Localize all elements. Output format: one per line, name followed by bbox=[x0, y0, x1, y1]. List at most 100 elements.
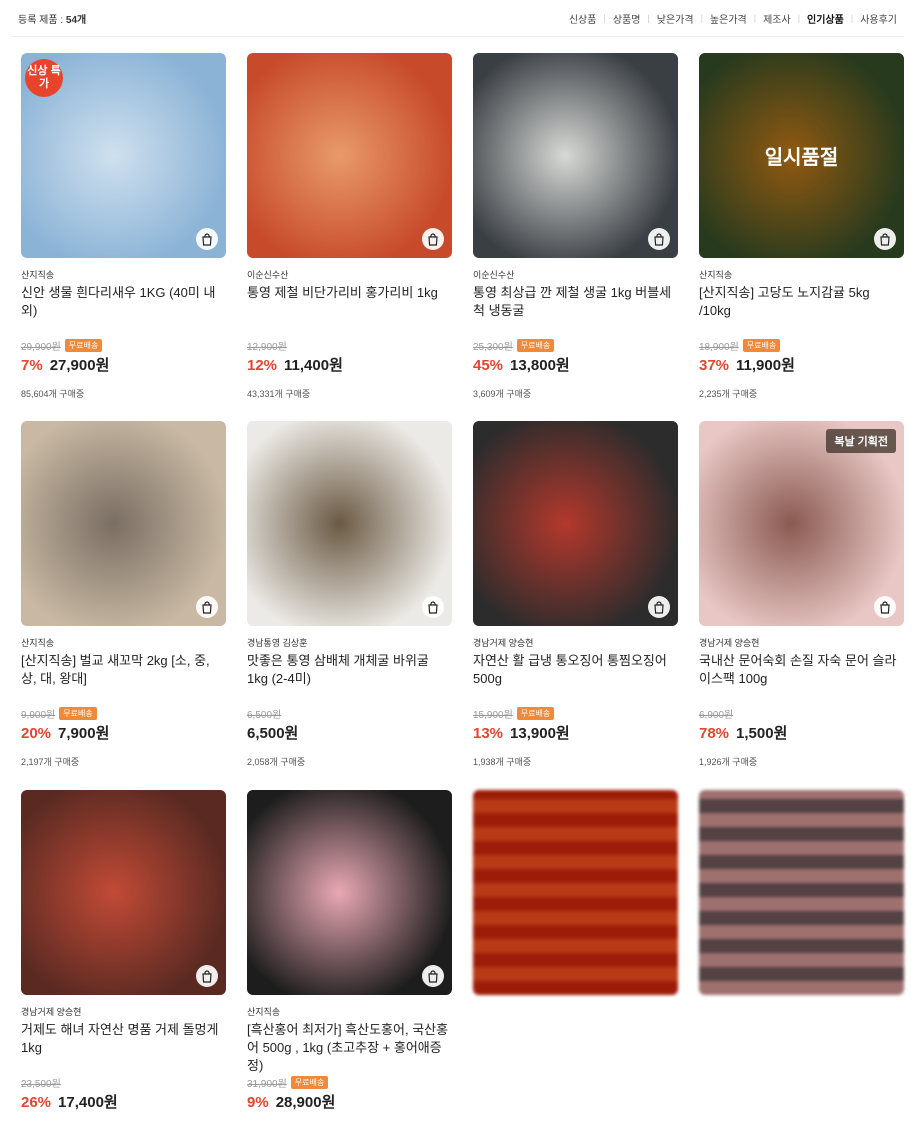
promo-badge: 신상 특가 bbox=[25, 59, 63, 97]
seller-name: 경남통영 김상훈 bbox=[247, 638, 308, 648]
shopping-bag-icon[interactable] bbox=[422, 965, 444, 987]
shopping-bag-icon[interactable] bbox=[196, 228, 218, 250]
free-shipping-badge: 무료배송 bbox=[64, 338, 103, 352]
product-card[interactable]: 경남통영 김상훈맛좋은 통영 삼배체 개체굴 바위굴 1kg (2-4미) 6,5… bbox=[247, 421, 452, 768]
product-card[interactable]: 복날 기획전경남거제 양승현국내산 문어숙회 손질 자숙 문어 슬라이스팩 10… bbox=[699, 421, 904, 768]
sale-price: 17,400원 bbox=[58, 1094, 118, 1111]
product-name[interactable]: [흑산홍어 최저가] 흑산도홍어, 국산홍어 500g , 1kg (초고추장 … bbox=[247, 1021, 452, 1075]
free-shipping-badge: 무료배송 bbox=[516, 338, 555, 352]
price-row: 9% 28,900원 bbox=[247, 1091, 452, 1112]
original-price: 9,900원 bbox=[21, 709, 56, 721]
purchase-count: 2,235개 구매중 bbox=[699, 389, 758, 399]
shopping-bag-icon[interactable] bbox=[648, 228, 670, 250]
discount-rate: 45% bbox=[473, 357, 504, 374]
sale-price: 27,900원 bbox=[49, 357, 110, 374]
original-price: 6,900원 bbox=[699, 709, 734, 721]
shopping-bag-icon[interactable] bbox=[422, 228, 444, 250]
product-card[interactable]: 일시품절 산지직송 [산지직송] 고당도 노지감귤 5kg /10kg 18,900원… bbox=[699, 53, 904, 400]
product-card[interactable]: 이순신수산 통영 최상급 깐 제철 생굴 1kg 버블세척 냉동굴 25,300원 무… bbox=[473, 53, 678, 400]
discount-rate: 37% bbox=[699, 357, 730, 374]
product-name[interactable]: 자연산 활 급냉 통오징어 통찜오징어 500g bbox=[473, 652, 678, 706]
product-card[interactable]: 이순신수산통영 제철 비단가리비 홍가리비 1kg 12,900원 12% 11,40… bbox=[247, 53, 452, 400]
shopping-bag-icon[interactable] bbox=[196, 965, 218, 987]
product-image[interactable] bbox=[473, 53, 678, 258]
price-row: 37% 11,900원 bbox=[699, 354, 904, 375]
product-name[interactable]: 통영 제철 비단가리비 홍가리비 1kg bbox=[247, 284, 452, 338]
product-image[interactable] bbox=[699, 790, 904, 995]
product-image[interactable] bbox=[247, 53, 452, 258]
product-count: 등록 제품 : 54개 bbox=[12, 11, 86, 26]
seller-name bbox=[473, 1005, 678, 1017]
product-image[interactable] bbox=[473, 790, 678, 995]
product-image[interactable] bbox=[21, 790, 226, 995]
product-image[interactable] bbox=[247, 790, 452, 995]
purchase-count: 2,197개 구매중 bbox=[21, 757, 80, 767]
purchase-count: 85,604개 구매중 bbox=[21, 389, 85, 399]
sale-price: 6,500원 bbox=[247, 725, 299, 742]
shopping-bag-icon[interactable] bbox=[196, 596, 218, 618]
product-name[interactable]: 맛좋은 통영 삼배체 개체굴 바위굴 1kg (2-4미) bbox=[247, 652, 452, 706]
sale-price: 7,900원 bbox=[58, 725, 110, 742]
product-card[interactable]: 경남거제 양승현 자연산 활 급냉 통오징어 통찜오징어 500g 15,900원 무… bbox=[473, 421, 678, 768]
original-price: 6,500원 bbox=[247, 709, 282, 721]
discount-rate: 78% bbox=[699, 725, 730, 742]
product-image[interactable] bbox=[473, 421, 678, 626]
original-price-row: 9,900원 무료배송 bbox=[21, 706, 226, 721]
original-price: 12,900원 bbox=[247, 341, 287, 353]
shopping-bag-icon[interactable] bbox=[422, 596, 444, 618]
product-name[interactable]: 국내산 문어숙회 손질 자숙 문어 슬라이스팩 100g bbox=[699, 652, 904, 706]
sale-price: 11,400원 bbox=[284, 357, 343, 374]
list-toolbar: 등록 제품 : 54개 신상품 | 상품명 | 낮은가격 | 높은가격 | 제조사 | 인기상품 | 사… bbox=[12, 0, 904, 37]
product-image[interactable]: 신상 특가 bbox=[21, 53, 226, 258]
product-name[interactable] bbox=[473, 1021, 678, 1075]
product-image[interactable] bbox=[247, 421, 452, 626]
seller-name: 이순신수산 bbox=[247, 270, 289, 280]
sort-option[interactable]: 인기상품 bbox=[800, 11, 851, 26]
sort-option[interactable]: 제조사 bbox=[756, 11, 798, 26]
product-card[interactable]: 신상 특가산지직송신안 생물 흰다리새우 1KG (40미 내외) 29,900원… bbox=[21, 53, 226, 400]
product-card[interactable]: 산지직송 [흑산홍어 최저가] 흑산도홍어, 국산홍어 500g , 1kg (초… bbox=[247, 790, 452, 1124]
product-name[interactable]: [산지직송] 고당도 노지감귤 5kg /10kg bbox=[699, 284, 904, 338]
seller-name: 산지직송 bbox=[21, 270, 55, 280]
shopping-bag-icon[interactable] bbox=[648, 596, 670, 618]
original-price-row bbox=[699, 1075, 904, 1089]
price-row: 7% 27,900원 bbox=[21, 354, 226, 375]
original-price-row: 12,900원 bbox=[247, 338, 452, 353]
price-row: 26% 17,400원 bbox=[21, 1091, 226, 1112]
sort-option[interactable]: 낮은가격 bbox=[650, 11, 701, 26]
product-card[interactable] bbox=[473, 790, 678, 1103]
shopping-bag-icon[interactable] bbox=[874, 596, 896, 618]
sort-option[interactable]: 사용후기 bbox=[853, 11, 904, 26]
product-card[interactable]: 산지직송 [산지직송] 벌교 새꼬막 2kg [소, 중, 상, 대, 왕대] 9,… bbox=[21, 421, 226, 768]
discount-rate: 26% bbox=[21, 1094, 52, 1111]
discount-rate: 12% bbox=[247, 357, 278, 374]
product-image[interactable]: 복날 기획전 bbox=[699, 421, 904, 626]
product-name[interactable]: 신안 생물 흰다리새우 1KG (40미 내외) bbox=[21, 284, 226, 338]
seller-name: 산지직송 bbox=[21, 638, 55, 648]
product-name[interactable]: 통영 최상급 깐 제철 생굴 1kg 버블세척 냉동굴 bbox=[473, 284, 678, 338]
price-row: 6,500원 bbox=[247, 722, 452, 743]
product-name[interactable]: [산지직송] 벌교 새꼬막 2kg [소, 중, 상, 대, 왕대] bbox=[21, 652, 226, 706]
original-price: 23,500원 bbox=[21, 1078, 61, 1090]
sort-option[interactable]: 신상품 bbox=[562, 11, 604, 26]
original-price: 31,900원 bbox=[247, 1078, 287, 1090]
product-name[interactable]: 거제도 해녀 자연산 명품 거제 돌멍게 1kg bbox=[21, 1021, 226, 1075]
original-price: 29,900원 bbox=[21, 341, 61, 353]
sale-price: 13,900원 bbox=[510, 725, 570, 742]
seller-name: 경남거제 양승현 bbox=[473, 638, 534, 648]
seller-name: 경남거제 양승현 bbox=[699, 638, 760, 648]
product-image[interactable] bbox=[21, 421, 226, 626]
sort-option[interactable]: 높은가격 bbox=[703, 11, 754, 26]
product-name[interactable] bbox=[699, 1021, 904, 1075]
original-price: 18,900원 bbox=[699, 341, 739, 353]
original-price-row: 25,300원 무료배송 bbox=[473, 338, 678, 353]
sort-options: 신상품 | 상품명 | 낮은가격 | 높은가격 | 제조사 | 인기상품 | 사용후기 bbox=[562, 11, 904, 26]
original-price-row: 31,900원 무료배송 bbox=[247, 1075, 452, 1090]
product-card[interactable]: 경남거제 양승현 거제도 해녀 자연산 명품 거제 돌멍게 1kg 23,500원 2… bbox=[21, 790, 226, 1124]
sort-option[interactable]: 상품명 bbox=[606, 11, 648, 26]
sale-price: 28,900원 bbox=[275, 1094, 336, 1111]
shopping-bag-icon[interactable] bbox=[874, 228, 896, 250]
sale-price: 1,500원 bbox=[736, 725, 788, 742]
product-image[interactable]: 일시품절 bbox=[699, 53, 904, 258]
product-card[interactable] bbox=[699, 790, 904, 1103]
